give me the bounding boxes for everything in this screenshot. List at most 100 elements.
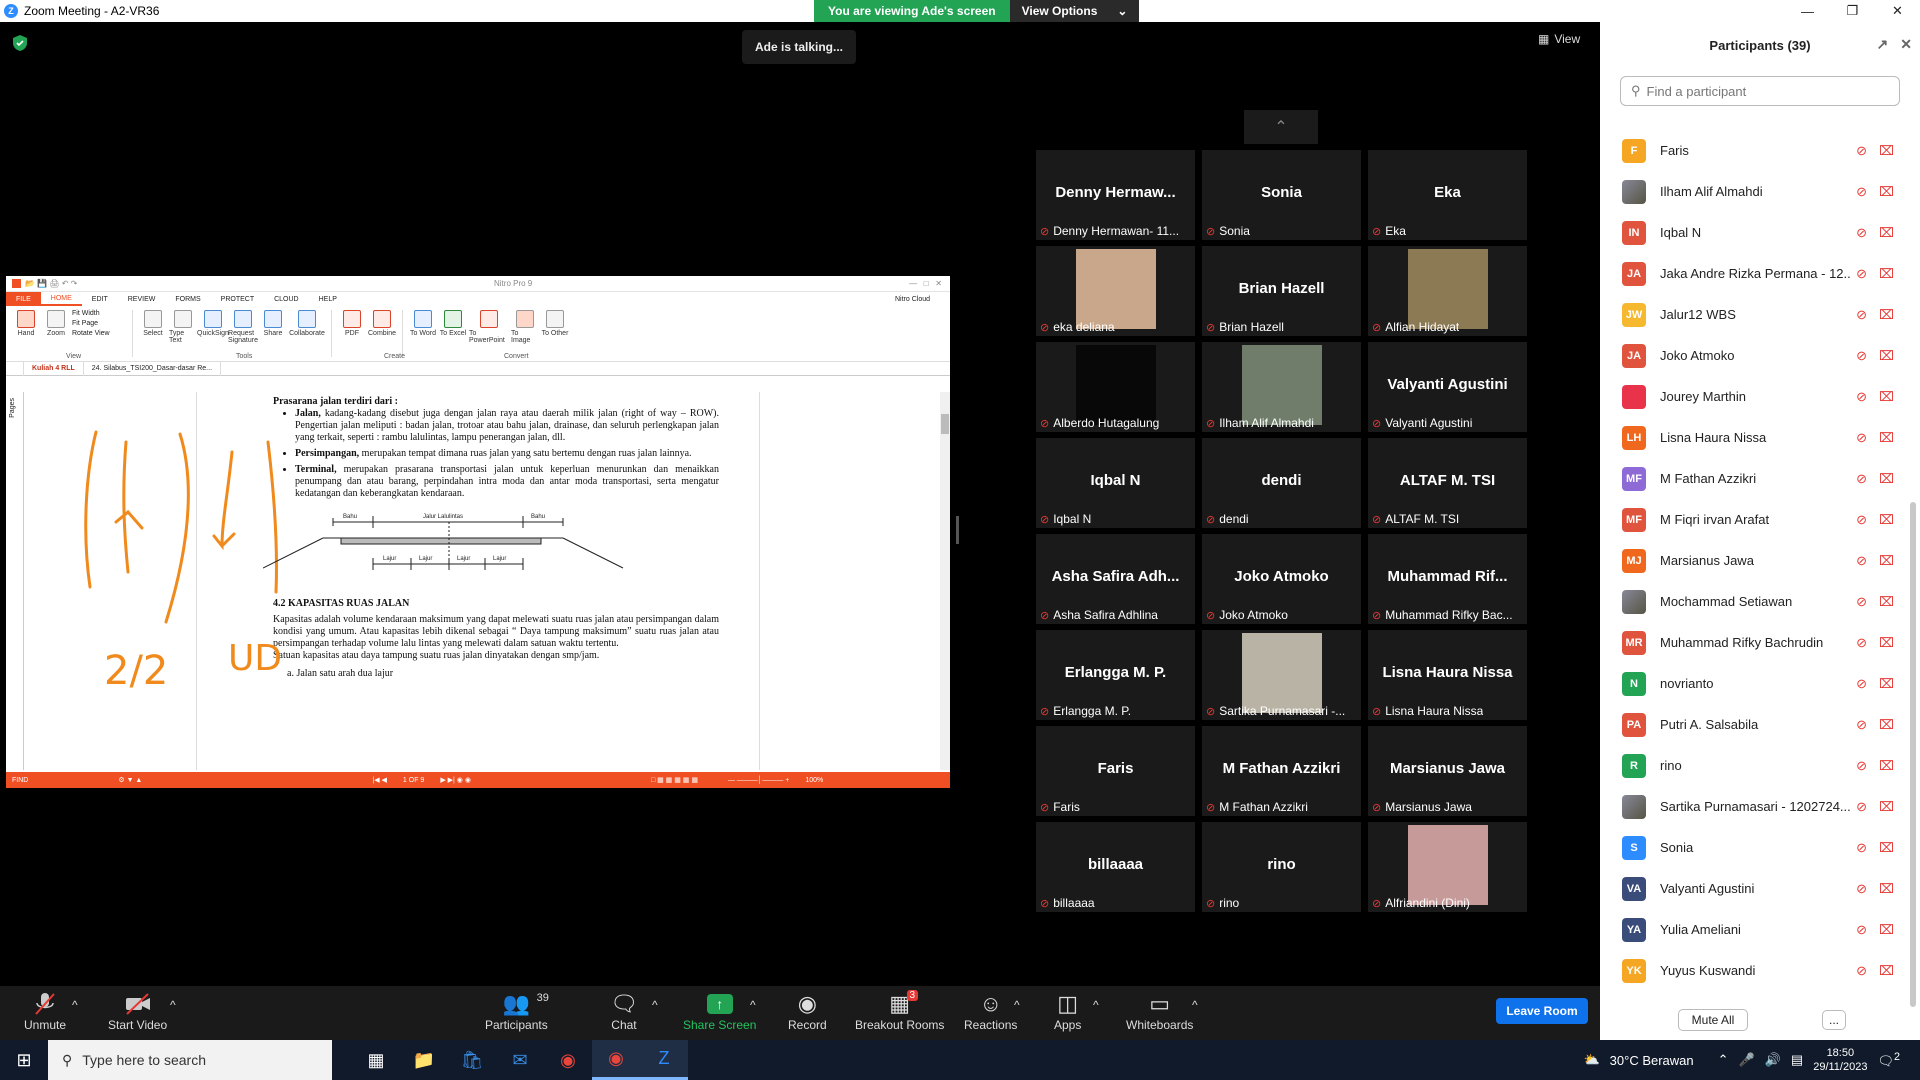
whiteboards-button[interactable]: ▭ Whiteboards — [1126, 990, 1193, 1032]
minimize-button[interactable]: — — [1785, 0, 1830, 22]
participant-row[interactable]: Rrino ⊘ ⌧ — [1600, 745, 1900, 786]
scrollbar-thumb[interactable] — [1910, 502, 1916, 1007]
video-tile[interactable]: Eka ⊘ Eka — [1368, 150, 1527, 240]
video-tile[interactable]: ALTAF M. TSI ⊘ ALTAF M. TSI — [1368, 438, 1527, 528]
participant-row[interactable]: VA Valyanti Agustini ⊘ ⌧ — [1600, 868, 1900, 909]
close-button[interactable]: ✕ — [1875, 0, 1920, 22]
video-options-caret[interactable]: ^ — [170, 998, 176, 1012]
start-video-button[interactable]: Start Video — [108, 990, 167, 1032]
participant-row[interactable]: MJ Marsianus Jawa ⊘ ⌧ — [1600, 540, 1900, 581]
zoom-taskbar-icon[interactable]: Z — [640, 1040, 688, 1080]
tool-to-powerpoint[interactable]: To PowerPoint — [469, 310, 509, 357]
participants-button[interactable]: 👥 39 Participants — [485, 990, 549, 1032]
view-button[interactable]: ▦ View — [1538, 32, 1580, 46]
tool-hand[interactable]: Hand — [12, 310, 40, 357]
weather-icon[interactable]: ⛅ — [1583, 1052, 1599, 1068]
participant-row[interactable]: S Sonia ⊘ ⌧ — [1600, 827, 1900, 868]
notifications-icon[interactable]: 🗨2 — [1877, 1051, 1900, 1069]
tool-share[interactable]: Share — [259, 310, 287, 357]
tool-type-text[interactable]: Type Text — [169, 310, 197, 357]
participant-list-scrollbar[interactable] — [1910, 130, 1918, 1010]
video-tile[interactable]: Lisna Haura Nissa ⊘ Lisna Haura Nissa — [1368, 630, 1527, 720]
participant-row[interactable]: Ilham Alif Almahdi ⊘ ⌧ — [1600, 171, 1900, 212]
reactions-options-caret[interactable]: ^ — [1014, 998, 1020, 1012]
chat-button[interactable]: 🗨 Chat — [610, 990, 638, 1032]
find-button[interactable]: FIND — [12, 777, 28, 784]
participant-row[interactable]: MF M Fathan Azzikri ⊘ ⌧ — [1600, 458, 1900, 499]
tool-to-word[interactable]: To Word — [409, 310, 437, 357]
view-options-button[interactable]: View Options ⌄ — [1009, 0, 1140, 22]
menu-cloud[interactable]: CLOUD — [264, 292, 309, 306]
mail-icon[interactable]: ✉ — [496, 1040, 544, 1080]
volume-icon[interactable]: 🔊 — [1765, 1052, 1781, 1068]
video-tile[interactable]: billaaaa ⊘ billaaaa — [1036, 822, 1195, 912]
document-scrollbar[interactable] — [940, 392, 950, 770]
video-tile[interactable]: ⊘ Alfian Hidayat — [1368, 246, 1527, 336]
video-tile[interactable]: Asha Safira Adh... ⊘ Asha Safira Adhlina — [1036, 534, 1195, 624]
tool-request-signature[interactable]: Request Signature — [228, 310, 258, 357]
scrollbar-thumb[interactable] — [941, 414, 949, 434]
mute-all-button[interactable]: Mute All — [1678, 1009, 1748, 1031]
microphone-tray-icon[interactable]: 🎤 — [1739, 1052, 1755, 1068]
menu-file[interactable]: FILE — [6, 292, 41, 306]
video-tile[interactable]: Erlangga M. P. ⊘ Erlangga M. P. — [1036, 630, 1195, 720]
video-tile[interactable]: ⊘ Ilham Alif Almahdi — [1202, 342, 1361, 432]
tool-to-image[interactable]: To Image — [511, 310, 539, 357]
participant-search-input[interactable]: ⚲ Find a participant — [1620, 76, 1900, 106]
menu-review[interactable]: REVIEW — [118, 292, 166, 306]
tool-combine[interactable]: Combine — [368, 310, 396, 357]
tab-silabus[interactable]: 24. Silabus_TSI200_Dasar-dasar Re... — [84, 361, 222, 376]
page-nav-next[interactable]: ▶ ▶| ◉ ◉ — [440, 776, 471, 784]
gallery-page-up-button[interactable]: ⌃ — [1244, 110, 1318, 144]
tool-select[interactable]: Select — [139, 310, 167, 357]
video-tile[interactable]: ⊘ Alberdo Hutagalung — [1036, 342, 1195, 432]
more-options-button[interactable]: ... — [1822, 1010, 1846, 1030]
whiteboards-options-caret[interactable]: ^ — [1192, 998, 1198, 1012]
video-tile[interactable]: ⊘ Alfriandini (Dini) — [1368, 822, 1527, 912]
tool-to-excel[interactable]: To Excel — [439, 310, 467, 357]
tab-kuliah[interactable]: Kuliah 4 RLL — [24, 361, 84, 376]
restore-button[interactable]: ❐ — [1830, 0, 1875, 22]
chrome-profile-icon[interactable]: ◉ — [592, 1040, 640, 1080]
menu-edit[interactable]: EDIT — [82, 292, 118, 306]
close-icon[interactable]: ✕ — [1900, 36, 1912, 53]
participant-row[interactable]: Sartika Purnamasari - 1202724... ⊘ ⌧ — [1600, 786, 1900, 827]
view-mode-icons[interactable]: □ ▦ ▦ ▦ ▦ ▦ — [651, 776, 698, 784]
pages-panel[interactable]: Pages — [6, 392, 24, 770]
participant-row[interactable]: Mochammad Setiawan ⊘ ⌧ — [1600, 581, 1900, 622]
chrome-icon[interactable]: ◉ — [544, 1040, 592, 1080]
video-tile[interactable]: Muhammad Rif... ⊘ Muhammad Rifky Bac... — [1368, 534, 1527, 624]
video-tile[interactable]: Marsianus Jawa ⊘ Marsianus Jawa — [1368, 726, 1527, 816]
share-options-caret[interactable]: ^ — [750, 998, 756, 1012]
fit-width-option[interactable]: Fit Width — [72, 310, 126, 317]
split-view-handle[interactable] — [956, 516, 959, 544]
participant-row[interactable]: Jourey Marthin ⊘ ⌧ — [1600, 376, 1900, 417]
reactions-button[interactable]: ☺ Reactions — [964, 990, 1017, 1032]
participant-row[interactable]: YA Yulia Ameliani ⊘ ⌧ — [1600, 909, 1900, 950]
task-view-icon[interactable]: ▦ — [352, 1040, 400, 1080]
participant-row[interactable]: JA Joko Atmoko ⊘ ⌧ — [1600, 335, 1900, 376]
video-tile[interactable]: dendi ⊘ dendi — [1202, 438, 1361, 528]
participant-row[interactable]: Nnovrianto ⊘ ⌧ — [1600, 663, 1900, 704]
tool-zoom[interactable]: Zoom — [42, 310, 70, 357]
taskbar-search-input[interactable]: ⚲ Type here to search — [48, 1040, 332, 1080]
participant-row[interactable]: YK Yuyus Kuswandi ⊘ ⌧ — [1600, 950, 1900, 991]
popout-icon[interactable]: ↗ — [1877, 36, 1889, 53]
participant-row[interactable]: JW Jalur12 WBS ⊘ ⌧ — [1600, 294, 1900, 335]
participant-row[interactable]: MR Muhammad Rifky Bachrudin ⊘ ⌧ — [1600, 622, 1900, 663]
video-tile[interactable]: ⊘ eka deliana — [1036, 246, 1195, 336]
tool-collaborate[interactable]: Collaborate — [289, 310, 325, 357]
video-tile[interactable]: Valyanti Agustini ⊘ Valyanti Agustini — [1368, 342, 1527, 432]
participant-row[interactable]: LH Lisna Haura Nissa ⊘ ⌧ — [1600, 417, 1900, 458]
participant-row[interactable]: F Faris ⊘ ⌧ — [1600, 130, 1900, 171]
store-icon[interactable]: 🛍 — [448, 1040, 496, 1080]
video-tile[interactable]: Brian Hazell ⊘ Brian Hazell — [1202, 246, 1361, 336]
file-explorer-icon[interactable]: 📁 — [400, 1040, 448, 1080]
menu-protect[interactable]: PROTECT — [211, 292, 264, 306]
tray-chevron-icon[interactable]: ⌃ — [1718, 1052, 1729, 1068]
nitro-cloud-user[interactable]: Nitro Cloud — [885, 292, 950, 306]
zoom-slider[interactable]: — ———│——— + — [728, 777, 789, 784]
apps-options-caret[interactable]: ^ — [1093, 998, 1099, 1012]
encryption-shield-icon[interactable] — [12, 34, 28, 52]
menu-home[interactable]: HOME — [40, 292, 82, 306]
